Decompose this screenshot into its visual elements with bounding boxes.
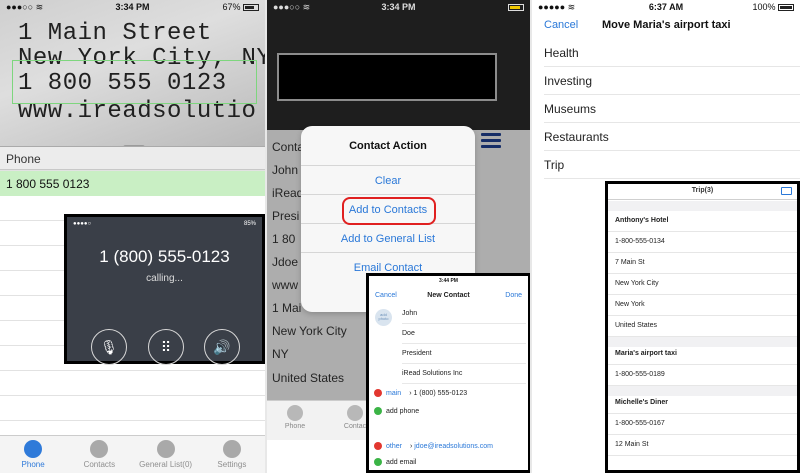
contacts-icon xyxy=(90,440,109,458)
scan-region-box xyxy=(12,60,257,104)
contacts-icon xyxy=(347,405,363,421)
nav-bar: Cancel Move Maria's airport taxi xyxy=(532,14,800,40)
new-contact-screen: 3:44 PM Cancel New Contact Done add phot… xyxy=(366,273,530,473)
new-contact-title: New Contact xyxy=(427,292,470,299)
calling-screen: ●●●●○ 85% 1 (800) 555-0123 calling... 🎙 … xyxy=(64,214,265,365)
call-number: 1 (800) 555-0123 xyxy=(99,247,230,266)
clear-button[interactable]: Clear xyxy=(301,166,475,195)
table-row[interactable]: 1-800-555-0189 xyxy=(608,365,797,386)
status-time: 3:44 PM xyxy=(439,278,458,284)
cancel-button[interactable]: Cancel xyxy=(544,19,578,31)
status-bar: ●●●○○ ≋ 3:34 PM 67% xyxy=(0,0,265,14)
add-icon xyxy=(374,458,382,466)
move-entry-screen: ●●●●● ≋ 6:37 AM 100% Cancel Move Maria's… xyxy=(532,0,800,473)
remove-icon[interactable] xyxy=(374,442,382,450)
camera-preview: ●●●○○ ≋ 3:34 PM 67% 1 Main Street New Yo… xyxy=(0,0,265,146)
status-battery: 67% xyxy=(222,2,259,12)
remove-icon[interactable] xyxy=(374,389,382,397)
section-title[interactable]: Maria's airport taxi xyxy=(608,344,797,365)
trip-title: Trip(3) xyxy=(691,187,714,194)
section-title[interactable]: Anthony's Hotel xyxy=(608,211,797,232)
email-label[interactable]: other xyxy=(386,443,402,450)
category-item[interactable]: Health xyxy=(544,46,579,60)
call-battery: 85% xyxy=(243,221,256,227)
battery-icon xyxy=(243,4,259,12)
email-row: other › jdoe@ireadsolutions.com xyxy=(374,442,529,456)
call-status-bar: ●●●●○ 85% xyxy=(73,221,256,227)
screenshot-collage: ●●●○○ ≋ 3:34 PM 67% 1 Main Street New Yo… xyxy=(0,0,800,473)
trip-category-view: Trip(3) Anthony's Hotel 1-800-555-0134 7… xyxy=(605,181,800,473)
phone-section-header: Phone xyxy=(0,146,265,170)
battery-icon xyxy=(508,2,524,12)
add-icon xyxy=(374,407,382,415)
status-battery: 100% xyxy=(752,2,794,12)
add-phone-row[interactable]: add phone xyxy=(374,407,529,421)
gear-icon xyxy=(222,440,241,458)
action-sheet-title: Contact Action xyxy=(301,126,475,166)
phone-result-row[interactable]: 1 800 555 0123 xyxy=(0,171,265,196)
company-field[interactable]: iRead Solutions Inc xyxy=(402,366,526,384)
trip-header: Trip(3) xyxy=(608,184,797,200)
category-item[interactable]: Trip xyxy=(544,158,564,172)
page-title: Move Maria's airport taxi xyxy=(602,19,731,31)
table-row[interactable]: United States xyxy=(608,316,797,337)
add-to-general-list-button[interactable]: Add to General List xyxy=(301,224,475,253)
mute-icon[interactable]: 🎙 xyxy=(91,329,127,365)
scanner-screen: ●●●○○ ≋ 3:34 PM 67% 1 Main Street New Yo… xyxy=(0,0,265,473)
job-title-field[interactable]: President xyxy=(402,346,526,364)
status-bar: 3:44 PM xyxy=(369,276,528,290)
call-status: calling... xyxy=(146,273,183,284)
add-email-row[interactable]: add email xyxy=(374,458,529,472)
phone-icon xyxy=(24,440,43,458)
status-time: 3:34 PM xyxy=(381,2,416,12)
phone-icon xyxy=(287,405,303,421)
email-field[interactable]: jdoe@ireadsolutions.com xyxy=(414,443,493,450)
status-bar: ●●●●● ≋ 6:37 AM 100% xyxy=(532,0,800,14)
section-title[interactable]: Michelle's Diner xyxy=(608,393,797,414)
new-contact-header: Cancel New Contact Done xyxy=(369,290,528,304)
table-row[interactable]: 12 Main St xyxy=(608,435,797,456)
table-row[interactable]: New York xyxy=(608,295,797,316)
scan-region-box xyxy=(277,53,497,101)
tab-bar: Phone Contacts General List(0) Settings xyxy=(0,435,265,473)
speaker-icon[interactable]: 🔊 xyxy=(204,329,240,365)
table-row[interactable]: 7 Main St xyxy=(608,253,797,274)
add-to-contacts-button[interactable]: Add to Contacts xyxy=(301,195,475,225)
tab-settings[interactable]: Settings xyxy=(199,436,265,473)
camera-text-line: 1 Main Street xyxy=(18,20,212,47)
add-photo-button[interactable]: add photo xyxy=(375,309,392,326)
keypad-icon[interactable]: ⠿ xyxy=(148,329,184,365)
table-row[interactable]: New York City xyxy=(608,274,797,295)
done-button[interactable]: Done xyxy=(505,292,522,299)
category-item[interactable]: Museums xyxy=(544,102,596,116)
last-name-field[interactable]: Doe xyxy=(402,326,526,344)
first-name-field[interactable]: John xyxy=(402,306,526,324)
category-item[interactable]: Investing xyxy=(544,74,592,88)
list-icon xyxy=(156,440,175,458)
camera-preview: ●●●○○ ≋ 3:34 PM xyxy=(267,0,530,130)
folder-icon[interactable] xyxy=(781,187,792,195)
contact-action-screen: ●●●○○ ≋ 3:34 PM Conta John iRead Presi 1… xyxy=(267,0,530,473)
phone-field[interactable]: 1 (800) 555-0123 xyxy=(413,390,467,397)
status-bar: ●●●○○ ≋ 3:34 PM xyxy=(267,0,530,14)
phone-label[interactable]: main xyxy=(386,390,401,397)
table-row[interactable]: 1-800-555-0167 xyxy=(608,414,797,435)
tab-contacts[interactable]: Contacts xyxy=(66,436,132,473)
tab-general-list[interactable]: General List(0) xyxy=(133,436,199,473)
phone-row: main › 1 (800) 555-0123 xyxy=(374,389,529,403)
tab-phone[interactable]: Phone xyxy=(0,436,66,473)
category-item[interactable]: Restaurants xyxy=(544,130,609,144)
tab-phone[interactable]: Phone xyxy=(275,405,315,430)
table-row[interactable]: 1-800-555-0134 xyxy=(608,232,797,253)
battery-icon xyxy=(778,4,794,12)
